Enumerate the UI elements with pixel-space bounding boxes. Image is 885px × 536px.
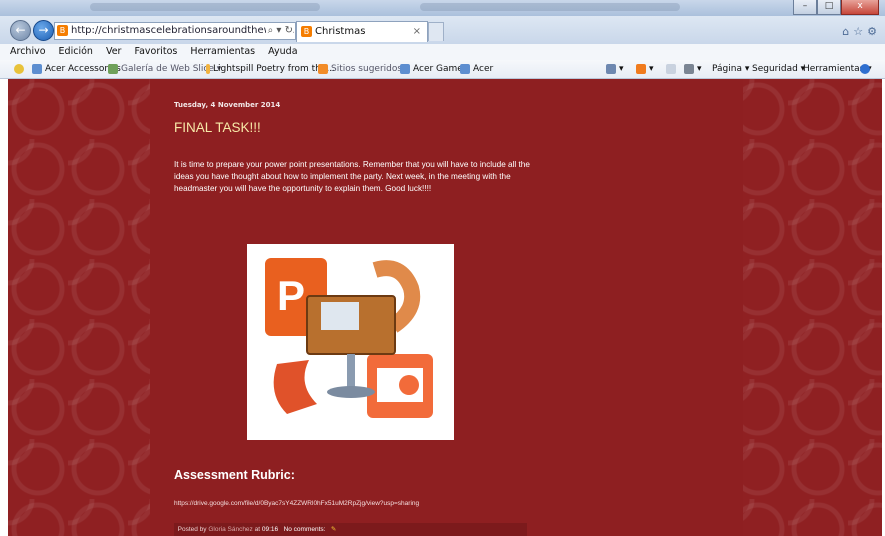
suggested-sites-icon: [318, 63, 328, 74]
blogger-icon: B: [57, 25, 68, 36]
navigation-bar: ← → Bhttp://christmascelebrationsaroundt…: [0, 16, 885, 44]
maximize-button[interactable]: □: [817, 0, 841, 15]
office-keynote-icons-graphic: P: [265, 258, 433, 418]
favorites-star-icon[interactable]: [14, 60, 27, 78]
favorites-bar: Acer Accessorios Galería de Web Slice ▾ …: [0, 60, 885, 79]
address-bar[interactable]: Bhttp://christmascelebrationsaroundthewo…: [54, 22, 296, 40]
at-label: at: [254, 526, 261, 533]
blurred-title: [420, 3, 680, 11]
author-link[interactable]: Gloria Sánchez: [208, 526, 252, 533]
web-slice-icon: [108, 63, 118, 74]
back-button[interactable]: ←: [10, 20, 31, 41]
post-footer: Posted by Gloria Sánchez at 09:16 No com…: [174, 523, 527, 536]
print-icon[interactable]: ▾: [684, 60, 702, 78]
post-time-link[interactable]: 09:16: [262, 526, 278, 533]
tab-close-icon[interactable]: ×: [413, 22, 421, 42]
command-seguridad[interactable]: Seguridad ▾: [752, 60, 805, 78]
tab-title: Christmas: [315, 26, 366, 37]
help-icon[interactable]: [860, 60, 873, 78]
post-title[interactable]: FINAL TASK!!!: [174, 120, 261, 135]
page-icon: [400, 63, 410, 74]
window-controls: – □ x: [793, 0, 879, 15]
favorite-web-slice-gallery[interactable]: Galería de Web Slice ▾: [108, 60, 221, 78]
close-button[interactable]: x: [841, 0, 879, 15]
rubric-link[interactable]: https://drive.google.com/file/d/0Byac7sY…: [174, 500, 419, 507]
blogger-icon: B: [301, 26, 312, 37]
address-controls[interactable]: ⌕ ▾ ↻: [265, 23, 293, 39]
lightspill-icon: [206, 63, 210, 74]
home-icon[interactable]: ▾: [606, 60, 624, 78]
post-body: It is time to prepare your power point p…: [174, 160, 530, 193]
forward-button[interactable]: →: [33, 20, 54, 41]
page-icon: [460, 63, 470, 74]
menu-item-edicion[interactable]: Edición: [59, 46, 93, 57]
presentation-apps-image[interactable]: P: [247, 244, 454, 440]
page-background: Tuesday, 4 November 2014 FINAL TASK!!! I…: [8, 79, 882, 536]
comments-link[interactable]: No comments:: [284, 526, 326, 533]
menu-bar: Archivo Edición Ver Favoritos Herramient…: [0, 44, 885, 60]
blurred-title: [90, 3, 320, 11]
rss-icon[interactable]: ▾: [636, 60, 654, 78]
command-pagina[interactable]: Página ▾: [712, 60, 749, 78]
favorite-acer[interactable]: Acer: [460, 60, 493, 78]
favorite-lightspill[interactable]: Lightspill Poetry from the...: [206, 60, 335, 78]
menu-item-herramientas[interactable]: Herramientas: [190, 46, 255, 57]
orange-swoosh-icon: [273, 360, 317, 414]
minimize-button[interactable]: –: [793, 0, 817, 15]
tab-christmas[interactable]: B Christmas ×: [296, 21, 428, 42]
favorite-sitios-sugeridos[interactable]: Sitios sugeridos ▾: [318, 60, 409, 78]
posted-by-label: Posted by: [177, 526, 207, 533]
page-icon: [32, 63, 42, 74]
menu-item-ayuda[interactable]: Ayuda: [268, 46, 297, 57]
menu-item-archivo[interactable]: Archivo: [10, 46, 46, 57]
window-titlebar: – □ x: [0, 0, 885, 16]
menu-item-favoritos[interactable]: Favoritos: [135, 46, 178, 57]
post-date: Tuesday, 4 November 2014: [174, 101, 281, 109]
assessment-rubric-heading: Assessment Rubric:: [174, 468, 295, 482]
new-tab-button[interactable]: [428, 22, 444, 41]
home-favorites-tools-icons[interactable]: ⌂☆⚙: [842, 25, 881, 38]
favorite-acer-games[interactable]: Acer Games: [400, 60, 468, 78]
blog-post: Tuesday, 4 November 2014 FINAL TASK!!! I…: [150, 79, 743, 536]
edit-pencil-icon[interactable]: ✎: [331, 526, 336, 533]
menu-item-ver[interactable]: Ver: [106, 46, 122, 57]
mail-icon[interactable]: [666, 60, 679, 78]
svg-text:P: P: [277, 272, 305, 319]
address-url: http://christmascelebrationsaroundthewor…: [71, 25, 295, 36]
